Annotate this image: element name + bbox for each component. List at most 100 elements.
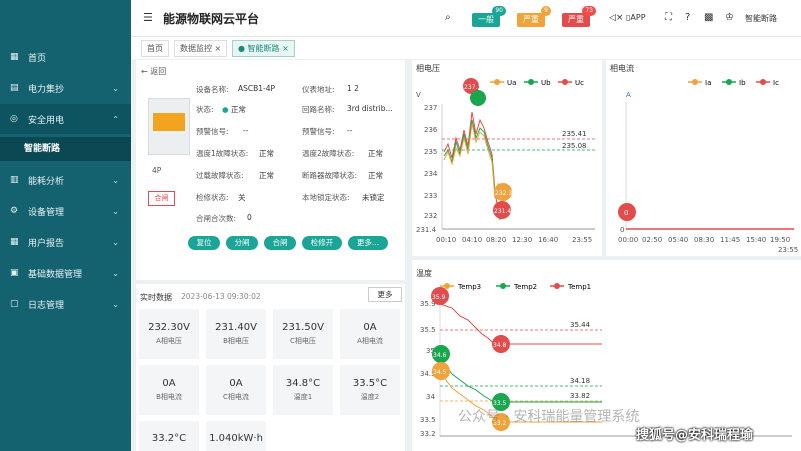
status-value: ● 正常 — [222, 105, 246, 114]
close-button[interactable]: 合闸 — [264, 236, 296, 250]
database-icon: ▣ — [10, 267, 19, 278]
alarm-critical-button[interactable]: 严重 73 — [562, 6, 596, 27]
tab-data-monitor[interactable]: 数据监控 × — [174, 40, 228, 57]
chevron-down-icon: ⌄ — [112, 237, 119, 247]
x-tick: 12:30 — [512, 236, 532, 244]
open-button[interactable]: 分闸 — [226, 236, 258, 250]
marker-label: 0 — [624, 209, 628, 217]
y-tick: 33.2 — [420, 430, 436, 438]
alarm-normal-button[interactable]: 一般 90 — [472, 6, 506, 27]
legend-dot-temp2 — [500, 283, 506, 289]
ref-label: 235.08 — [562, 142, 587, 150]
marker-ic: 0 — [618, 203, 636, 221]
sidebar-item-energy-analysis[interactable]: ▥ 能耗分析 ⌄ — [0, 165, 131, 195]
realtime-more-button[interactable]: 更多 — [368, 287, 402, 302]
x-tick: 16:40 — [538, 236, 558, 244]
menu-toggle-icon[interactable]: ☰ — [143, 11, 153, 24]
marker-ua: 232.3 — [494, 183, 512, 201]
row-label: 检修状态: — [196, 193, 229, 202]
legend-dot-ic — [760, 79, 766, 85]
legend-ia: Ia — [705, 79, 711, 87]
series-line-ua — [443, 123, 501, 199]
x-tick: 08:30 — [694, 236, 714, 244]
circuit-value: 3rd distrib... — [347, 104, 393, 113]
y-tick: 237 — [424, 104, 437, 112]
qrcode-icon[interactable]: ▩ — [704, 12, 713, 23]
top-bar: ☰ 能源物联网云平台 ⌕ 一般 90 严重 9 严重 73 ◁× ▯APP ⛶ ? ▩… — [131, 0, 801, 36]
row-value: 正常 — [259, 149, 274, 158]
chevron-down-icon: ⌄ — [112, 83, 119, 93]
reset-button[interactable]: 复位 — [188, 236, 220, 250]
help-icon[interactable]: ? — [685, 12, 690, 23]
legend-dot-temp1 — [554, 283, 560, 289]
marker-label: 237.1 — [464, 84, 481, 91]
y-tick: 232 — [424, 212, 437, 220]
marker-temp1-max: 35.9 — [431, 287, 449, 305]
marker-label: 35.9 — [432, 294, 446, 301]
legend-uc: Uc — [575, 79, 584, 87]
model-value: ASCB1-4P — [238, 84, 276, 93]
maintenance-button[interactable]: 检修开 — [302, 236, 342, 250]
row-label: 合闸合次数: — [196, 214, 237, 223]
row-label: 本地锁定状态: — [302, 193, 350, 202]
watermark-sohu: 搜狐号@安科瑞程瑜 — [636, 428, 754, 443]
circuit-label: 回路名称: — [302, 105, 335, 114]
ref-label: 34.18 — [570, 377, 590, 385]
series-line-uc — [443, 111, 501, 221]
alarm-serious-button[interactable]: 严重 9 — [517, 6, 551, 27]
voltage-chart: Ua Ub Uc V 237 236 235 234 233 232 231.4… — [416, 78, 595, 244]
realtime-title: 实时数据 — [140, 293, 172, 302]
row-label: 断路器故障状态: — [302, 171, 358, 180]
switch-status-badge: 合闸 — [148, 191, 175, 206]
search-icon[interactable]: ⌕ — [445, 12, 451, 23]
close-icon[interactable]: × — [215, 44, 222, 53]
marker-label: 34.6 — [433, 352, 447, 359]
x-tick: 11:45 — [720, 236, 740, 244]
legend-temp3: Temp3 — [457, 283, 481, 291]
fullscreen-icon[interactable]: ⛶ — [665, 12, 672, 23]
row-value: 未锁定 — [362, 193, 385, 202]
row-label: 温度1故障状态: — [196, 149, 249, 158]
sidebar-item-safety[interactable]: ◎ 安全用电 ⌃ — [0, 104, 131, 134]
sidebar-item-power-reading[interactable]: ▤ 电力集抄 ⌄ — [0, 73, 131, 103]
close-icon[interactable]: × — [282, 44, 289, 53]
sidebar: ▦ 首页 ▤ 电力集抄 ⌄ ◎ 安全用电 ⌃ 智能断路 ▥ 能耗分析 ⌄ ⚙ 设备管理 ⌄ ▦ 用户… — [0, 0, 131, 451]
sidebar-item-device-mgmt[interactable]: ⚙ 设备管理 ⌄ — [0, 196, 131, 226]
legend-dot-ub — [528, 79, 534, 85]
tab-smart-breaker[interactable]: ● 智能断路 × — [232, 40, 295, 57]
legend-dot-uc — [562, 79, 568, 85]
data-card: 231.40V B相电压 — [206, 309, 266, 359]
sidebar-item-home[interactable]: ▦ 首页 — [0, 42, 131, 72]
back-link[interactable]: ← 返回 — [141, 66, 166, 77]
x-tick: 15:40 — [746, 236, 766, 244]
legend-dot-ia — [692, 79, 698, 85]
marker-temp1: 34.8 — [492, 335, 510, 353]
shirt-icon[interactable]: ♔ — [725, 12, 734, 23]
ref-label: 33.82 — [570, 392, 590, 400]
mute-icon[interactable]: ◁× — [609, 13, 623, 23]
marker-label: 231.4 — [494, 208, 511, 215]
more-button[interactable]: 更多... — [348, 236, 388, 250]
current-chart: Ia Ib Ic A 0 00:00 02:50 05:40 08:30 11:… — [618, 79, 798, 254]
x-tick: 19:50 — [770, 236, 790, 244]
x-tick: 00:00 — [618, 236, 638, 244]
y-tick: 35.5 — [420, 326, 436, 334]
marker-label: 34.8 — [493, 342, 507, 349]
data-card: 34.8°C 温度1 — [273, 365, 333, 415]
app-title: 能源物联网云平台 — [163, 12, 260, 26]
legend: Ua Ub Uc — [490, 79, 584, 87]
legend-dot-ua — [494, 79, 500, 85]
marker-temp2-max: 34.6 — [432, 345, 450, 363]
tab-home[interactable]: 首页 — [141, 40, 169, 57]
row-value: 关 — [238, 193, 246, 202]
marker-temp3-max: 34.5 — [432, 362, 450, 380]
sidebar-subitem-smart-breaker[interactable]: 智能断路 — [0, 137, 131, 161]
chevron-up-icon: ⌃ — [112, 114, 119, 124]
app-icon[interactable]: ▯APP — [626, 13, 646, 22]
y-tick: 0 — [620, 226, 624, 234]
sidebar-item-user-report[interactable]: ▦ 用户报告 ⌄ — [0, 227, 131, 257]
sidebar-item-logs[interactable]: ▢ 日志管理 ⌄ — [0, 289, 131, 319]
user-name[interactable]: 智能断路 — [745, 13, 777, 24]
marker-pin — [470, 90, 486, 106]
sidebar-item-base-data[interactable]: ▣ 基础数据管理 ⌄ — [0, 258, 131, 288]
